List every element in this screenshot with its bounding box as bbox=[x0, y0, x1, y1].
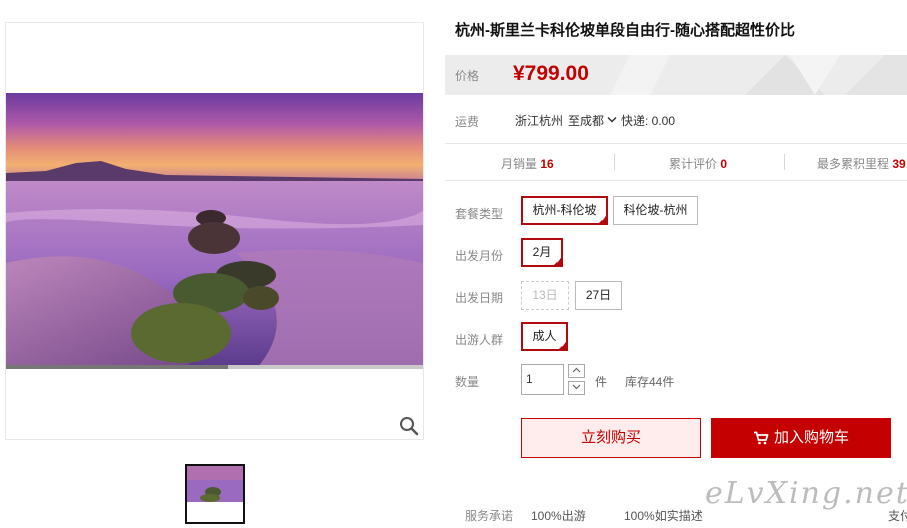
stats-bar: 月销量 16 累计评价 0 最多累积里程 39 bbox=[445, 143, 907, 181]
shipping-origin: 浙江杭州 bbox=[515, 114, 564, 128]
service-item[interactable]: 100%出游 bbox=[531, 507, 586, 524]
shipping-destination-select[interactable]: 至成都 bbox=[568, 112, 617, 129]
package-option-label: 科伦坡-杭州 bbox=[623, 203, 688, 217]
main-image-frame bbox=[5, 22, 424, 440]
stat-mileage-value: 39 bbox=[892, 157, 906, 171]
stat-monthly-sales-label: 月销量 bbox=[501, 157, 538, 171]
shipping-label: 运费 bbox=[455, 115, 480, 129]
thumbnail-photo bbox=[187, 466, 243, 522]
sunset-beach-photo bbox=[6, 93, 423, 369]
quantity-increment-button[interactable] bbox=[568, 364, 585, 378]
check-corner-icon: ✓ bbox=[600, 217, 606, 223]
package-type-label: 套餐类型 bbox=[455, 207, 504, 221]
cart-icon bbox=[753, 431, 769, 445]
stat-reviews-value: 0 bbox=[720, 157, 728, 171]
departure-month-label: 出发月份 bbox=[455, 249, 504, 263]
zoom-icon[interactable] bbox=[398, 415, 420, 437]
shipping-express: 快递: 0.00 bbox=[621, 114, 676, 128]
package-option-label: 杭州-科伦坡 bbox=[532, 203, 597, 217]
quantity-decrement-button[interactable] bbox=[568, 381, 585, 395]
stock-count: 库存44件 bbox=[625, 375, 675, 389]
add-to-cart-button[interactable]: 加入购物车 bbox=[711, 418, 891, 458]
thumbnail-image[interactable] bbox=[185, 464, 245, 524]
month-option-label: 2月 bbox=[532, 245, 552, 259]
departure-date-label: 出发日期 bbox=[455, 291, 504, 305]
date-option-label: 13日 bbox=[532, 288, 558, 302]
image-scroll-track[interactable] bbox=[6, 365, 423, 369]
package-option-hz-colombo[interactable]: 杭州-科伦坡 ✓ bbox=[521, 196, 608, 225]
chevron-down-icon bbox=[572, 384, 581, 390]
price-value: ¥799.00 bbox=[513, 62, 589, 85]
check-corner-icon: ✓ bbox=[560, 343, 566, 349]
date-option-27[interactable]: 27日 bbox=[575, 281, 622, 310]
quantity-unit: 件 bbox=[595, 375, 608, 389]
stat-reviews-label: 累计评价 bbox=[669, 157, 718, 171]
product-title: 杭州-斯里兰卡科伦坡单段自由行-随心搭配超性价比 bbox=[455, 22, 795, 39]
traveler-group-label: 出游人群 bbox=[455, 333, 504, 347]
image-scroll-thumb[interactable] bbox=[6, 365, 228, 369]
add-to-cart-label: 加入购物车 bbox=[773, 429, 849, 446]
stat-monthly-sales: 月销量 16 bbox=[501, 155, 554, 172]
price-label: 价格 bbox=[455, 69, 480, 83]
stat-divider bbox=[614, 154, 615, 170]
product-main-image[interactable] bbox=[6, 93, 423, 369]
chevron-down-icon bbox=[607, 116, 617, 123]
package-option-colombo-hz[interactable]: 科伦坡-杭州 bbox=[613, 196, 698, 225]
date-option-13: 13日 bbox=[521, 281, 569, 310]
date-option-label: 27日 bbox=[585, 288, 612, 302]
stat-monthly-sales-value: 16 bbox=[540, 157, 554, 171]
chevron-up-icon bbox=[572, 367, 581, 373]
buy-now-button[interactable]: 立刻购买 bbox=[521, 418, 701, 458]
group-option-adult[interactable]: 成人 ✓ bbox=[521, 322, 568, 351]
site-watermark: eLvXing.net bbox=[705, 476, 907, 511]
quantity-input[interactable]: 1 bbox=[521, 364, 564, 395]
stat-reviews[interactable]: 累计评价 0 bbox=[669, 155, 727, 172]
month-option-feb[interactable]: 2月 ✓ bbox=[521, 238, 563, 267]
shipping-destination: 至成都 bbox=[568, 114, 605, 128]
stat-mileage-label: 最多累积里程 bbox=[817, 157, 890, 171]
group-option-label: 成人 bbox=[532, 329, 557, 343]
quantity-label: 数量 bbox=[455, 375, 480, 389]
check-corner-icon: ✓ bbox=[555, 259, 561, 265]
service-label: 服务承诺 bbox=[465, 509, 514, 523]
stat-mileage: 最多累积里程 39 bbox=[817, 155, 906, 172]
stat-divider bbox=[784, 154, 785, 170]
service-item[interactable]: 100%如实描述 bbox=[624, 507, 703, 524]
